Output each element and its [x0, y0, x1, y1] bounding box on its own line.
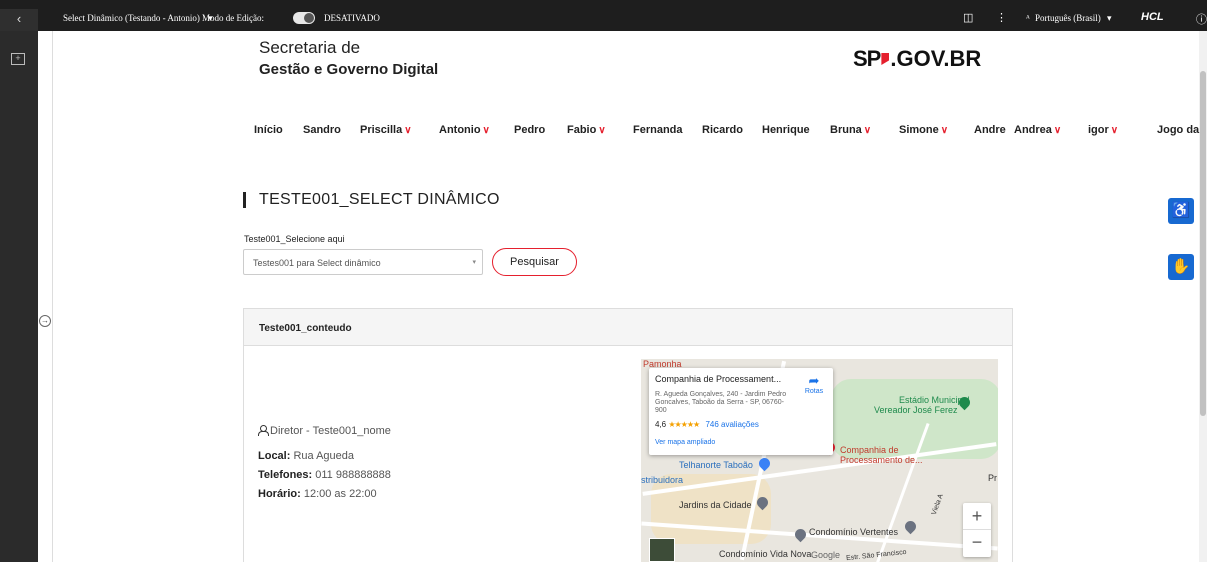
chevron-down-icon: ▾ [472, 259, 476, 266]
place-rating: 4,6 ★★★★★ 746 avaliações [655, 420, 759, 429]
place-title: Companhia de Processament... [655, 374, 782, 384]
map-place-pin-icon[interactable] [792, 526, 809, 543]
translate-icon: ᴬ [1026, 13, 1030, 23]
expand-arrow-icon[interactable]: → [39, 315, 51, 327]
chevron-down-icon: ∨ [598, 125, 606, 136]
chevron-down-icon: ∨ [482, 125, 490, 136]
map-zoom-controls: + − [963, 503, 991, 557]
nav-item-henrique[interactable]: Henrique [762, 124, 810, 136]
page-selector[interactable]: Select Dinâmico (Testando - Antonio) ▾ [63, 13, 213, 24]
map-label-distribuidora: stribuidora [641, 475, 684, 485]
content-divider [52, 31, 53, 562]
rating-stars-icon: ★★★★★ [668, 420, 700, 429]
zoom-in-button[interactable]: + [963, 503, 991, 530]
nav-item-pedro[interactable]: Pedro [514, 124, 545, 136]
sp-gov-logo[interactable]: SP .GOV.BR [853, 46, 981, 72]
nav-item-igor[interactable]: igor ∨ [1088, 124, 1118, 136]
nav-item-fernanda[interactable]: Fernanda [633, 124, 683, 136]
view-larger-map-link[interactable]: Ver mapa ampliado [655, 439, 715, 446]
sign-language-icon[interactable]: ✋ [1168, 254, 1194, 280]
chevron-down-icon: ∨ [940, 125, 949, 136]
language-selector[interactable]: ᴬ Português (Brasil) ▾ [1026, 13, 1112, 24]
map-info-card: Companhia de Processament... R. Agueda G… [649, 368, 833, 455]
place-address: R. Agueda Gonçalves, 240 - Jardim Pedro … [655, 391, 787, 414]
info-icon[interactable]: ⓘ [1196, 11, 1207, 27]
title-accent-bar [243, 192, 246, 208]
directions-button[interactable]: ➦ Rotas [801, 373, 827, 396]
nav-item-priscilla[interactable]: Priscilla ∨ [360, 124, 412, 136]
map-label-viela: Viela A [930, 493, 945, 516]
phone-line: Telefones: 011 988888888 [258, 469, 391, 481]
chevron-down-icon: ∨ [863, 125, 872, 136]
edit-mode-toggle[interactable] [293, 12, 315, 24]
org-name-line1: Secretaria de [259, 38, 361, 57]
nav-item-bruna[interactable]: Bruna ∨ [830, 124, 871, 136]
zoom-out-button[interactable]: − [963, 530, 991, 557]
left-sidebar: + [0, 31, 38, 562]
map-label-vida-nova: Condomínio Vida Nova [719, 549, 812, 559]
map-label-companhia-2: Processamento de... [840, 455, 923, 465]
chevron-down-icon: ∨ [1110, 125, 1119, 136]
layout-icon[interactable]: ◫ [963, 11, 973, 24]
nav-item-fabio[interactable]: Fabio ∨ [567, 124, 606, 136]
back-icon[interactable]: ‹ [0, 9, 38, 31]
nav-item-antonio[interactable]: Antonio ∨ [439, 124, 490, 136]
street-view-thumbnail[interactable] [649, 538, 675, 562]
chevron-down-icon: ∨ [404, 125, 412, 136]
language-label: Português (Brasil) [1035, 13, 1101, 23]
select-label: Teste001_Selecione aqui [244, 234, 345, 244]
map-label-pr: Pr [988, 473, 997, 483]
map-label-jardins: Jardins da Cidade [679, 500, 752, 510]
map-label-companhia: Companhia de [840, 445, 899, 455]
chevron-down-icon: ▾ [1107, 13, 1112, 23]
logo-sp: SP [853, 46, 881, 71]
nav-item-ricardo[interactable]: Ricardo [702, 124, 743, 136]
accessibility-icon[interactable]: ♿ [1168, 198, 1194, 224]
dynamic-select[interactable]: Testes001 para Select dinâmico ▾ [243, 249, 483, 275]
map-label-vertentes: Condomínio Vertentes [809, 527, 899, 537]
org-name-line2: Gestão e Governo Digital [259, 61, 439, 78]
hours-line: Horário: 12:00 as 22:00 [258, 488, 377, 500]
main-nav: Início Sandro Priscilla ∨ Antonio ∨ Pedro … [0, 124, 1199, 138]
nav-item-andre[interactable]: Andre [974, 124, 1006, 136]
nav-item-andrea[interactable]: Andrea ∨ [1014, 124, 1061, 136]
search-button[interactable]: Pesquisar [492, 248, 577, 276]
nav-item-sandro[interactable]: Sandro [303, 124, 341, 136]
page-title: TESTE001_SELECT DINÂMICO [259, 191, 500, 208]
hcl-logo: HCL [1141, 11, 1164, 23]
directions-icon: ➦ [808, 373, 820, 388]
nav-item-inicio[interactable]: Início [254, 124, 283, 136]
map-label-estadio-2: Vereador José Ferez [874, 405, 958, 415]
page-selector-label: Select Dinâmico (Testando - Antonio) [63, 13, 200, 23]
more-options-icon[interactable]: ⋮ [996, 11, 1007, 24]
select-value: Testes001 para Select dinâmico [253, 258, 381, 268]
map-place-pin-icon[interactable] [902, 518, 919, 535]
director-line: Diretor - Teste001_nome [258, 424, 391, 437]
nav-item-jogo-da[interactable]: Jogo da [1157, 124, 1199, 136]
panel-add-icon[interactable]: + [11, 53, 25, 65]
edit-mode-state: DESATIVADO [324, 13, 380, 23]
logo-flag-icon [881, 53, 890, 65]
chevron-down-icon: ∨ [1053, 125, 1062, 136]
map-label-telhanorte: Telhanorte Taboão [679, 460, 753, 470]
nav-item-simone[interactable]: Simone ∨ [899, 124, 948, 136]
reviews-link[interactable]: 746 avaliações [705, 420, 758, 429]
google-logo: Google [811, 550, 841, 560]
top-toolbar: ‹ Select Dinâmico (Testando - Antonio) ▾… [0, 0, 1207, 31]
panel-header: Teste001_conteudo [244, 309, 1012, 346]
page-scrollbar[interactable] [1199, 31, 1207, 562]
local-line: Local: Rua Agueda [258, 450, 355, 462]
director-name: Diretor - Teste001_nome [270, 425, 391, 437]
scrollbar-thumb[interactable] [1200, 71, 1206, 416]
logo-gov-br: .GOV.BR [890, 46, 982, 71]
user-icon [258, 425, 269, 436]
edit-mode-label: Modo de Edição: [202, 13, 264, 23]
